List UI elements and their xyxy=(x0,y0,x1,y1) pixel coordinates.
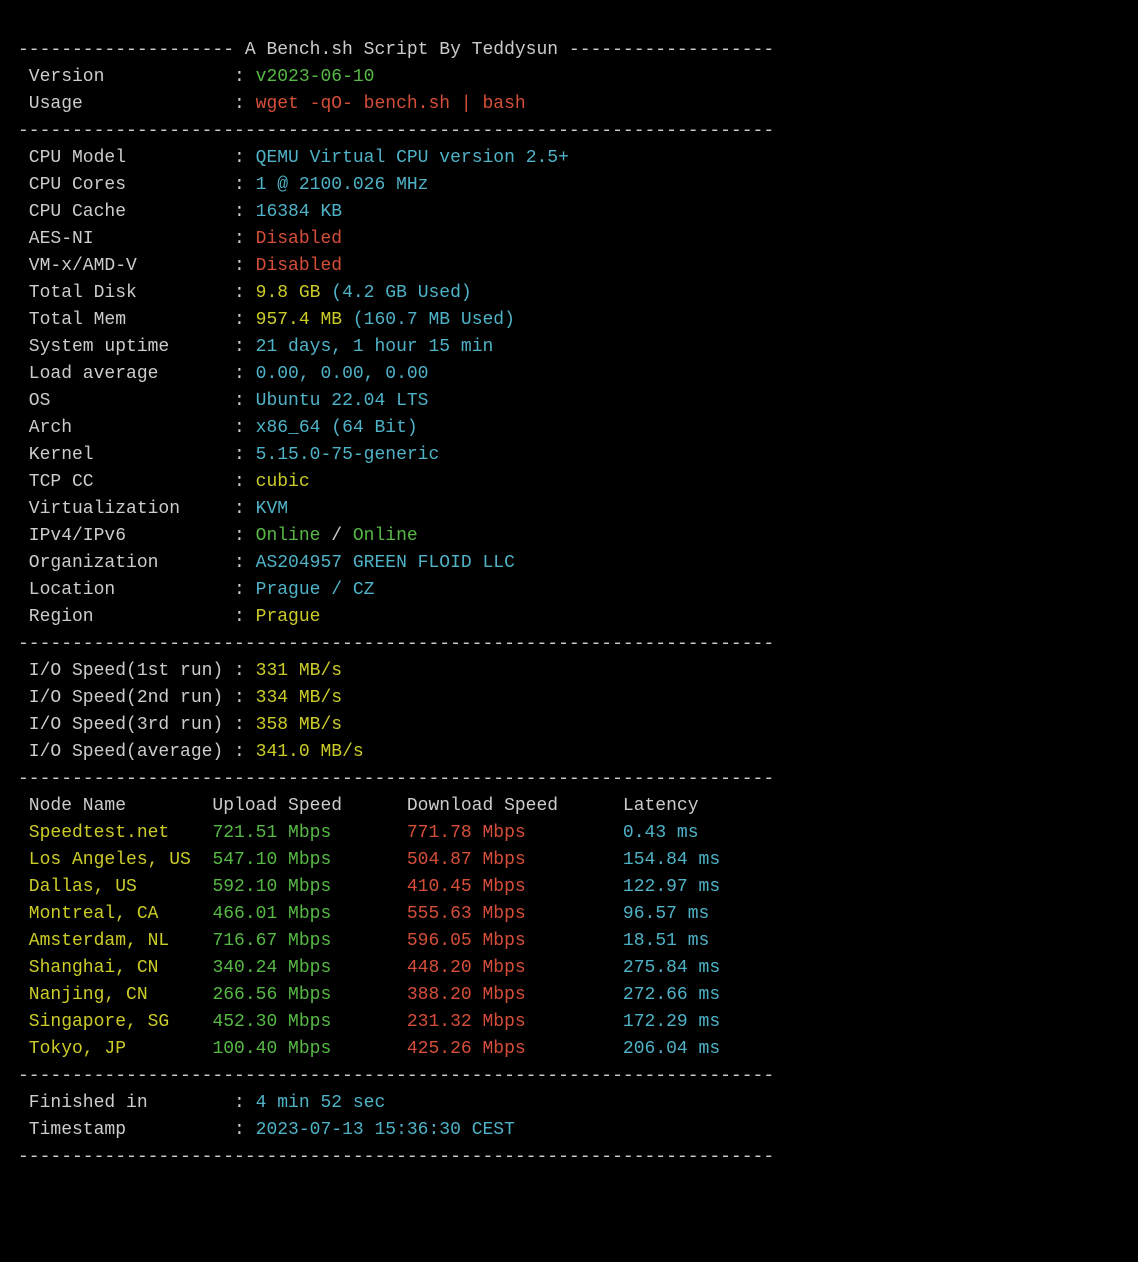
value-io1: 331 MB/s xyxy=(256,661,342,681)
divider: ----------------------------------------… xyxy=(18,634,774,654)
label-region: Region xyxy=(18,607,234,627)
label-location: Location xyxy=(18,580,234,600)
latency-3: 96.57 ms xyxy=(623,904,742,924)
latency-6: 272.66 ms xyxy=(623,985,742,1005)
value-ipv4: Online xyxy=(256,526,321,546)
value-org: AS204957 GREEN FLOID LLC xyxy=(256,553,515,573)
value-ipv6: Online xyxy=(353,526,418,546)
label-timestamp: Timestamp xyxy=(18,1120,234,1140)
value-cpu-model: QEMU Virtual CPU version 2.5+ xyxy=(256,148,569,168)
value-disk-total: 9.8 GB xyxy=(256,283,332,303)
value-region: Prague xyxy=(256,607,321,627)
value-location: Prague / CZ xyxy=(256,580,375,600)
value-kernel: 5.15.0-75-generic xyxy=(256,445,440,465)
value-timestamp: 2023-07-13 15:36:30 CEST xyxy=(256,1120,515,1140)
node-name-4: Amsterdam, NL xyxy=(18,931,212,951)
divider-top: -------------------- A Bench.sh Script B… xyxy=(18,40,774,60)
label-usage: Usage xyxy=(18,94,234,114)
label-total-disk: Total Disk xyxy=(18,283,234,303)
node-name-8: Tokyo, JP xyxy=(18,1039,212,1059)
value-io3: 358 MB/s xyxy=(256,715,342,735)
latency-8: 206.04 ms xyxy=(623,1039,742,1059)
value-cpu-cache: 16384 KB xyxy=(256,202,342,222)
divider: ----------------------------------------… xyxy=(18,1066,774,1086)
label-version: Version xyxy=(18,67,234,87)
latency-4: 18.51 ms xyxy=(623,931,742,951)
label-tcpcc: TCP CC xyxy=(18,472,234,492)
label-io2: I/O Speed(2nd run) xyxy=(18,688,234,708)
value-virt: KVM xyxy=(256,499,288,519)
label-virt: Virtualization xyxy=(18,499,234,519)
value-finished: 4 min 52 sec xyxy=(256,1093,386,1113)
value-version: v2023-06-10 xyxy=(256,67,375,87)
label-kernel: Kernel xyxy=(18,445,234,465)
terminal-output: -------------------- A Bench.sh Script B… xyxy=(18,40,774,1167)
label-cpu-cores: CPU Cores xyxy=(18,175,234,195)
latency-1: 154.84 ms xyxy=(623,850,742,870)
label-total-mem: Total Mem xyxy=(18,310,234,330)
value-ioavg: 341.0 MB/s xyxy=(256,742,364,762)
node-name-1: Los Angeles, US xyxy=(18,850,212,870)
upload-1: 547.10 Mbps xyxy=(212,850,406,870)
label-load: Load average xyxy=(18,364,234,384)
label-io3: I/O Speed(3rd run) xyxy=(18,715,234,735)
upload-2: 592.10 Mbps xyxy=(212,877,406,897)
speedtest-header: Node Name Upload Speed Download Speed La… xyxy=(18,796,753,816)
latency-7: 172.29 ms xyxy=(623,1012,742,1032)
label-os: OS xyxy=(18,391,234,411)
value-cpu-cores: 1 @ 2100.026 MHz xyxy=(256,175,429,195)
divider: ----------------------------------------… xyxy=(18,769,774,789)
download-6: 388.20 Mbps xyxy=(407,985,623,1005)
label-finished: Finished in xyxy=(18,1093,234,1113)
latency-0: 0.43 ms xyxy=(623,823,742,843)
value-tcpcc: cubic xyxy=(256,472,310,492)
label-arch: Arch xyxy=(18,418,234,438)
download-4: 596.05 Mbps xyxy=(407,931,623,951)
download-1: 504.87 Mbps xyxy=(407,850,623,870)
latency-5: 275.84 ms xyxy=(623,958,742,978)
upload-3: 466.01 Mbps xyxy=(212,904,406,924)
node-name-0: Speedtest.net xyxy=(18,823,212,843)
label-cpu-cache: CPU Cache xyxy=(18,202,234,222)
label-uptime: System uptime xyxy=(18,337,234,357)
value-vmx: Disabled xyxy=(256,256,342,276)
latency-2: 122.97 ms xyxy=(623,877,742,897)
label-org: Organization xyxy=(18,553,234,573)
label-io1: I/O Speed(1st run) xyxy=(18,661,234,681)
value-io2: 334 MB/s xyxy=(256,688,342,708)
upload-8: 100.40 Mbps xyxy=(212,1039,406,1059)
value-uptime: 21 days, 1 hour 15 min xyxy=(256,337,494,357)
value-load: 0.00, 0.00, 0.00 xyxy=(256,364,429,384)
upload-5: 340.24 Mbps xyxy=(212,958,406,978)
label-ioavg: I/O Speed(average) xyxy=(18,742,234,762)
divider: ----------------------------------------… xyxy=(18,121,774,141)
value-mem-total: 957.4 MB xyxy=(256,310,353,330)
upload-4: 716.67 Mbps xyxy=(212,931,406,951)
upload-7: 452.30 Mbps xyxy=(212,1012,406,1032)
download-8: 425.26 Mbps xyxy=(407,1039,623,1059)
node-name-5: Shanghai, CN xyxy=(18,958,212,978)
download-0: 771.78 Mbps xyxy=(407,823,623,843)
node-name-7: Singapore, SG xyxy=(18,1012,212,1032)
value-disk-used: (4.2 GB Used) xyxy=(331,283,471,303)
label-aes-ni: AES-NI xyxy=(18,229,234,249)
download-7: 231.32 Mbps xyxy=(407,1012,623,1032)
download-2: 410.45 Mbps xyxy=(407,877,623,897)
node-name-3: Montreal, CA xyxy=(18,904,212,924)
divider: ----------------------------------------… xyxy=(18,1147,774,1167)
value-arch: x86_64 (64 Bit) xyxy=(256,418,418,438)
node-name-2: Dallas, US xyxy=(18,877,212,897)
download-5: 448.20 Mbps xyxy=(407,958,623,978)
upload-6: 266.56 Mbps xyxy=(212,985,406,1005)
value-mem-used: (160.7 MB Used) xyxy=(353,310,515,330)
value-os: Ubuntu 22.04 LTS xyxy=(256,391,429,411)
label-vmx: VM-x/AMD-V xyxy=(18,256,234,276)
label-cpu-model: CPU Model xyxy=(18,148,234,168)
download-3: 555.63 Mbps xyxy=(407,904,623,924)
node-name-6: Nanjing, CN xyxy=(18,985,212,1005)
value-usage: wget -qO- bench.sh | bash xyxy=(256,94,526,114)
value-aes-ni: Disabled xyxy=(256,229,342,249)
label-ipv: IPv4/IPv6 xyxy=(18,526,234,546)
upload-0: 721.51 Mbps xyxy=(212,823,406,843)
